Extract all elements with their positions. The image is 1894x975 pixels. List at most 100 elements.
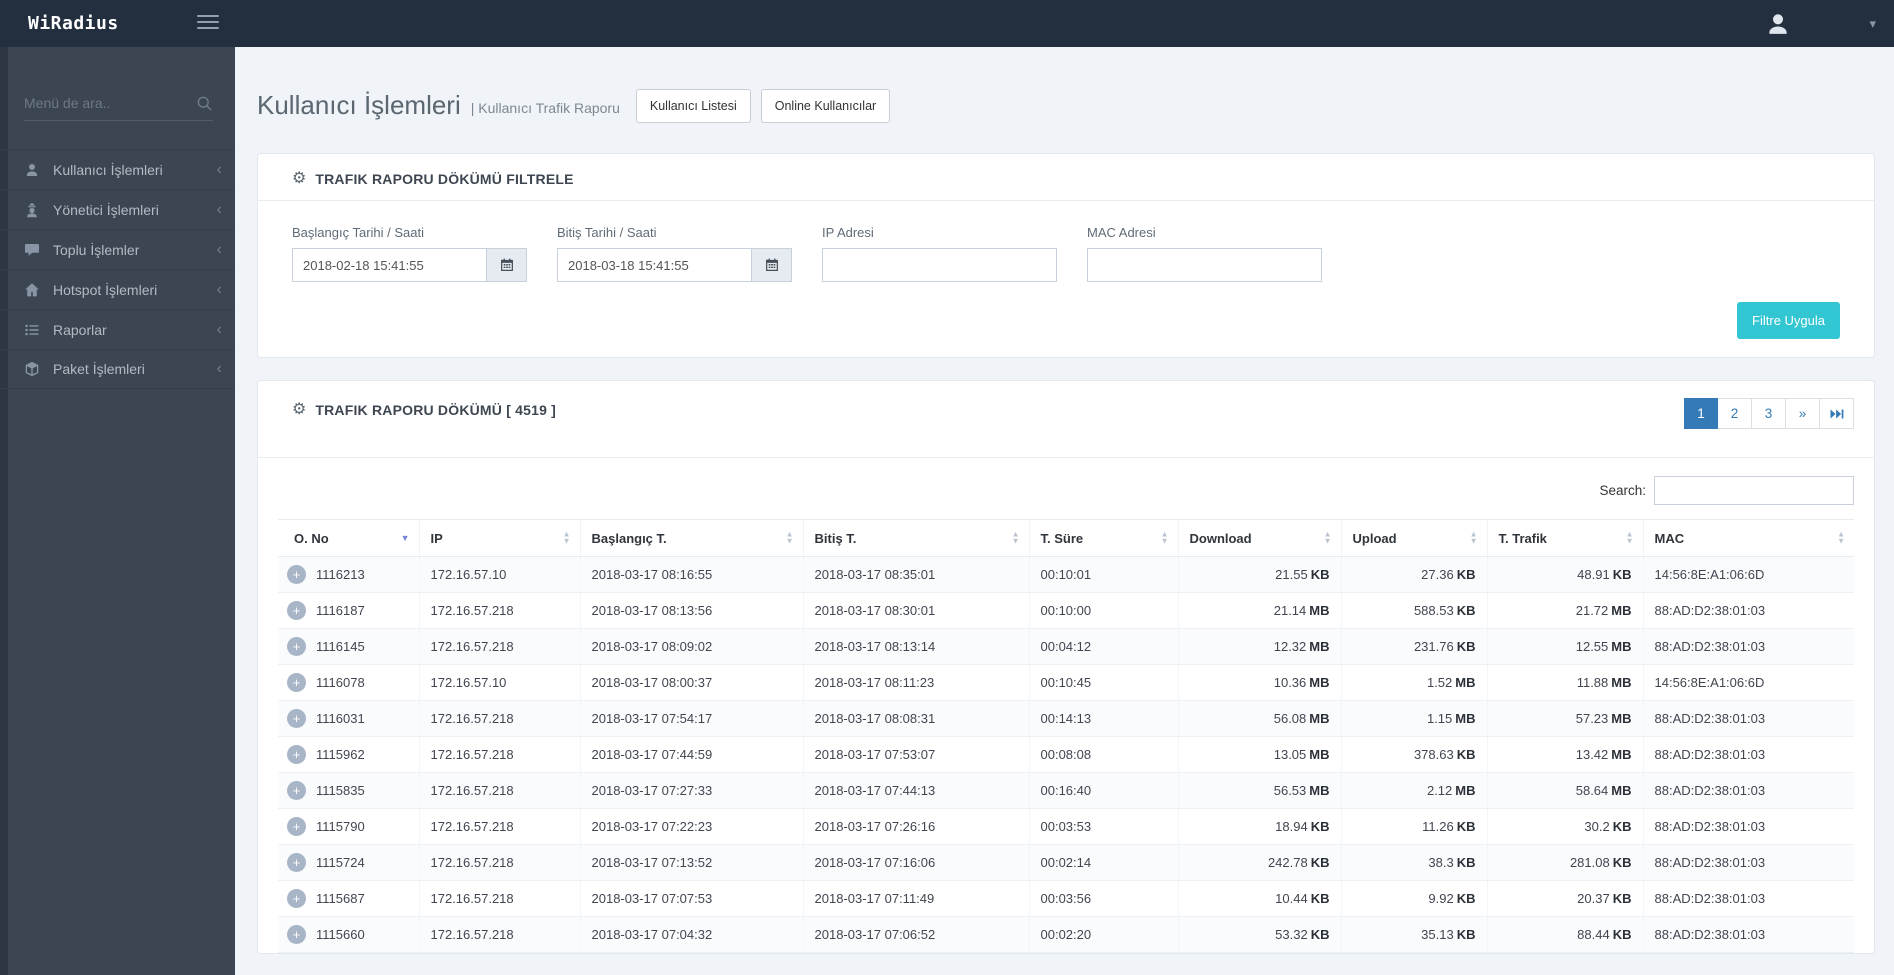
download-cell: 10.44 KB bbox=[1177, 880, 1341, 917]
sidebar-item[interactable]: Paket İşlemleri ‹ bbox=[0, 349, 235, 389]
hamburger-menu-button[interactable] bbox=[197, 15, 219, 31]
duration-cell: 00:02:14 bbox=[1028, 844, 1178, 881]
table-row: +1115835 172.16.57.218 2018-03-17 07:27:… bbox=[278, 772, 1854, 809]
traffic-cell: 58.64 MB bbox=[1486, 772, 1643, 809]
mac-cell: 88:AD:D2:38:01:03 bbox=[1642, 772, 1854, 809]
mac-input[interactable] bbox=[1087, 248, 1322, 282]
upload-cell: 1.15 MB bbox=[1340, 700, 1487, 737]
column-header[interactable]: Upload ▲ ▼ bbox=[1340, 519, 1487, 557]
sidebar-item[interactable]: Yönetici İşlemleri ‹ bbox=[0, 189, 235, 229]
order-no: 1116213 bbox=[316, 567, 365, 582]
start-time-cell: 2018-03-17 08:13:56 bbox=[579, 592, 803, 629]
traffic-cell: 88.44 KB bbox=[1486, 916, 1643, 953]
pagination-last-button[interactable] bbox=[1820, 398, 1854, 429]
expand-row-button[interactable]: + bbox=[287, 637, 306, 656]
download-cell: 12.32 MB bbox=[1177, 628, 1341, 665]
table-search-input[interactable] bbox=[1654, 476, 1854, 505]
column-header[interactable]: MAC ▲ ▼ bbox=[1642, 519, 1854, 557]
column-header[interactable]: T. Trafik ▲ ▼ bbox=[1486, 519, 1643, 557]
sidebar-item[interactable]: Toplu İşlemler ‹ bbox=[0, 229, 235, 269]
start-time-cell: 2018-03-17 08:09:02 bbox=[579, 628, 803, 665]
pagination-button[interactable]: 3 bbox=[1752, 398, 1786, 429]
table-row: +1116187 172.16.57.218 2018-03-17 08:13:… bbox=[278, 592, 1854, 629]
column-header[interactable]: Bitiş T. ▲ ▼ bbox=[802, 519, 1029, 557]
user-list-button[interactable]: Kullanıcı Listesi bbox=[635, 89, 751, 123]
pagination-button[interactable]: 1 bbox=[1684, 398, 1718, 429]
start-time-cell: 2018-03-17 07:27:33 bbox=[579, 772, 803, 809]
end-time-cell: 2018-03-17 07:11:49 bbox=[802, 880, 1029, 917]
order-no: 1115724 bbox=[316, 855, 365, 870]
gear-icon: ⚙ bbox=[292, 401, 307, 418]
upload-cell: 588.53 KB bbox=[1340, 592, 1487, 629]
ip-input[interactable] bbox=[822, 248, 1057, 282]
duration-cell: 00:14:13 bbox=[1028, 700, 1178, 737]
chevron-left-icon: ‹ bbox=[216, 200, 222, 218]
expand-row-button[interactable]: + bbox=[287, 853, 306, 872]
sidebar-item[interactable]: Hotspot İşlemleri ‹ bbox=[0, 269, 235, 309]
table-row: +1116145 172.16.57.218 2018-03-17 08:09:… bbox=[278, 628, 1854, 665]
expand-row-button[interactable]: + bbox=[287, 565, 306, 584]
traffic-cell: 20.37 KB bbox=[1486, 880, 1643, 917]
order-no: 1115962 bbox=[316, 747, 365, 762]
ip-cell: 172.16.57.218 bbox=[418, 772, 580, 809]
sidebar-search-input[interactable] bbox=[24, 95, 194, 111]
table-row: +1116031 172.16.57.218 2018-03-17 07:54:… bbox=[278, 700, 1854, 737]
expand-row-button[interactable]: + bbox=[287, 709, 306, 728]
mac-field: MAC Adresi bbox=[1087, 225, 1322, 282]
ip-cell: 172.16.57.218 bbox=[418, 916, 580, 953]
sidebar-item[interactable]: Raporlar ‹ bbox=[0, 309, 235, 349]
table-row: +1115660 172.16.57.218 2018-03-17 07:04:… bbox=[278, 916, 1854, 953]
expand-row-button[interactable]: + bbox=[287, 889, 306, 908]
expand-row-button[interactable]: + bbox=[287, 817, 306, 836]
apply-filter-button[interactable]: Filtre Uygula bbox=[1737, 302, 1840, 339]
upload-cell: 9.92 KB bbox=[1340, 880, 1487, 917]
sort-both-icon: ▲ ▼ bbox=[1837, 529, 1845, 545]
user-menu-button[interactable] bbox=[1765, 11, 1791, 37]
column-header[interactable]: Başlangıç T. ▲ ▼ bbox=[579, 519, 803, 557]
start-date-input[interactable] bbox=[292, 248, 487, 282]
column-header[interactable]: T. Süre ▲ ▼ bbox=[1028, 519, 1178, 557]
download-cell: 242.78 KB bbox=[1177, 844, 1341, 881]
online-users-button[interactable]: Online Kullanıcılar bbox=[760, 89, 891, 123]
gear-icon: ⚙ bbox=[292, 170, 307, 187]
report-panel-title: TRAFIK RAPORU DÖKÜMÜ [ 4519 ] bbox=[315, 402, 557, 418]
chevron-down-icon[interactable]: ▾ bbox=[1869, 16, 1876, 32]
download-cell: 10.36 MB bbox=[1177, 664, 1341, 701]
end-time-cell: 2018-03-17 08:08:31 bbox=[802, 700, 1029, 737]
report-panel: ⚙ TRAFIK RAPORU DÖKÜMÜ [ 4519 ] 1 2 3 » … bbox=[257, 380, 1875, 954]
expand-row-button[interactable]: + bbox=[287, 745, 306, 764]
column-header[interactable]: IP ▲ ▼ bbox=[418, 519, 580, 557]
pagination-button[interactable]: » bbox=[1786, 398, 1820, 429]
traffic-cell: 13.42 MB bbox=[1486, 736, 1643, 773]
duration-cell: 00:03:56 bbox=[1028, 880, 1178, 917]
expand-row-button[interactable]: + bbox=[287, 601, 306, 620]
expand-row-button[interactable]: + bbox=[287, 673, 306, 692]
traffic-cell: 12.55 MB bbox=[1486, 628, 1643, 665]
mac-cell: 88:AD:D2:38:01:03 bbox=[1642, 592, 1854, 629]
filter-panel-header: ⚙ TRAFIK RAPORU DÖKÜMÜ FILTRELE bbox=[258, 154, 1874, 200]
traffic-cell: 57.23 MB bbox=[1486, 700, 1643, 737]
expand-row-button[interactable]: + bbox=[287, 925, 306, 944]
pagination-button[interactable]: 2 bbox=[1718, 398, 1752, 429]
user-avatar-icon bbox=[1765, 11, 1791, 37]
ip-cell: 172.16.57.218 bbox=[418, 700, 580, 737]
end-date-label: Bitiş Tarihi / Saati bbox=[557, 225, 657, 240]
table-row: +1116078 172.16.57.10 2018-03-17 08:00:3… bbox=[278, 664, 1854, 701]
main-content: Kullanıcı İşlemleri | Kullanıcı Trafik R… bbox=[235, 47, 1894, 975]
order-no: 1116187 bbox=[316, 603, 365, 618]
sidebar-item[interactable]: Kullanıcı İşlemleri ‹ bbox=[0, 149, 235, 189]
order-no: 1115687 bbox=[316, 891, 365, 906]
expand-row-button[interactable]: + bbox=[287, 781, 306, 800]
mac-cell: 88:AD:D2:38:01:03 bbox=[1642, 700, 1854, 737]
download-cell: 56.53 MB bbox=[1177, 772, 1341, 809]
calendar-icon bbox=[500, 258, 514, 272]
start-calendar-button[interactable] bbox=[487, 248, 527, 282]
duration-cell: 00:04:12 bbox=[1028, 628, 1178, 665]
end-calendar-button[interactable] bbox=[752, 248, 792, 282]
column-header[interactable]: Download ▲ ▼ bbox=[1177, 519, 1341, 557]
mac-cell: 14:56:8E:A1:06:6D bbox=[1642, 664, 1854, 701]
column-header[interactable]: O. No ▼ bbox=[278, 519, 419, 557]
chevron-left-icon: ‹ bbox=[216, 160, 222, 178]
end-date-input[interactable] bbox=[557, 248, 752, 282]
report-panel-header: ⚙ TRAFIK RAPORU DÖKÜMÜ [ 4519 ] bbox=[292, 401, 557, 419]
